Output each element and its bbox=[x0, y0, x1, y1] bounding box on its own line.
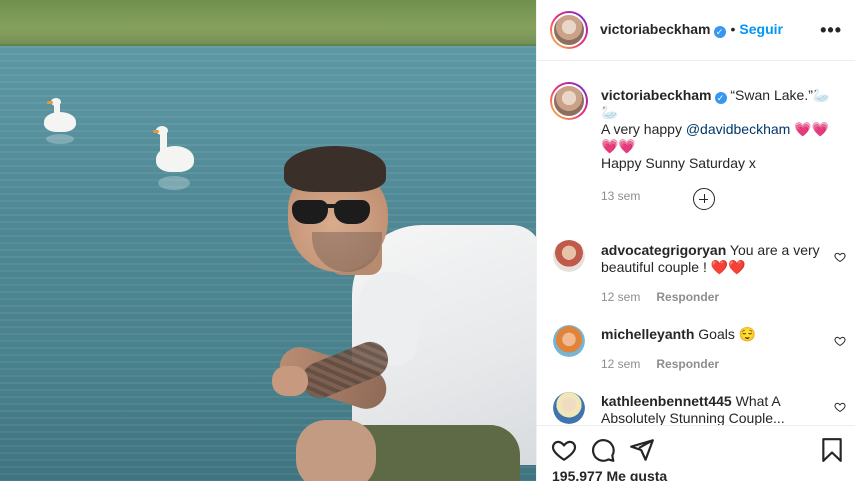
comment-item: kathleenbennett445 What A Absolutely Stu… bbox=[601, 393, 826, 427]
swan-left bbox=[40, 98, 80, 148]
swan-right bbox=[150, 126, 198, 196]
heart-icon[interactable] bbox=[551, 437, 577, 463]
caption-username[interactable]: victoriabeckham bbox=[601, 87, 712, 103]
comment-timestamp[interactable]: 12 sem bbox=[601, 357, 640, 371]
comment-username[interactable]: advocategrigoryan bbox=[601, 242, 726, 258]
reply-button[interactable]: Responder bbox=[656, 357, 719, 371]
comment-timestamp[interactable]: 12 sem bbox=[601, 290, 640, 304]
comment-like-heart-icon[interactable] bbox=[834, 251, 846, 263]
verified-badge-icon: ✓ bbox=[714, 92, 727, 104]
caption-line-3: Happy Sunny Saturday x bbox=[601, 155, 756, 171]
commenter-avatar[interactable] bbox=[553, 325, 585, 357]
post-header: victoriabeckham ✓ • Seguir ••• bbox=[537, 0, 855, 61]
follow-button[interactable]: Seguir bbox=[739, 21, 783, 37]
comment-bubble-icon[interactable] bbox=[590, 437, 616, 463]
comment-item: michelleyanth Goals 😌 bbox=[601, 326, 826, 343]
grass-bank bbox=[0, 0, 536, 56]
comment-username[interactable]: michelleyanth bbox=[601, 326, 694, 342]
bookmark-icon[interactable] bbox=[819, 437, 845, 463]
commenter-avatar[interactable] bbox=[553, 392, 585, 424]
comment-item: advocategrigoryan You are a very beautif… bbox=[601, 242, 826, 276]
author-username[interactable]: victoriabeckham bbox=[600, 21, 711, 37]
comment-username[interactable]: kathleenbennett445 bbox=[601, 393, 732, 409]
caption-author-avatar[interactable] bbox=[550, 82, 588, 120]
more-options-icon[interactable]: ••• bbox=[820, 20, 842, 41]
verified-badge-icon: ✓ bbox=[713, 26, 726, 38]
paper-plane-icon[interactable] bbox=[629, 437, 655, 463]
reply-button[interactable]: Responder bbox=[656, 290, 719, 304]
comment-text: Goals 😌 bbox=[698, 326, 757, 342]
comment-like-heart-icon[interactable] bbox=[834, 335, 846, 347]
comment-like-heart-icon[interactable] bbox=[834, 401, 846, 413]
post-photo[interactable] bbox=[0, 0, 536, 481]
caption-mention-link[interactable]: @davidbeckham bbox=[686, 121, 791, 137]
plus-circle-icon[interactable] bbox=[693, 188, 715, 210]
separator-dot: • bbox=[730, 21, 736, 37]
commenter-avatar[interactable] bbox=[553, 240, 585, 272]
comment-meta: 12 sem Responder bbox=[601, 357, 719, 371]
caption-line-2-prefix: A very happy bbox=[601, 121, 686, 137]
likes-count[interactable]: 195.977 Me gusta bbox=[552, 468, 667, 481]
post-caption: victoriabeckham ✓ “Swan Lake.”🦢🦢 A very h… bbox=[601, 87, 846, 205]
caption-timestamp[interactable]: 13 sem bbox=[601, 188, 846, 205]
author-avatar[interactable] bbox=[550, 11, 588, 49]
post-sidebar: victoriabeckham ✓ • Seguir ••• victoriabeck… bbox=[536, 0, 855, 481]
comment-meta: 12 sem Responder bbox=[601, 290, 719, 304]
